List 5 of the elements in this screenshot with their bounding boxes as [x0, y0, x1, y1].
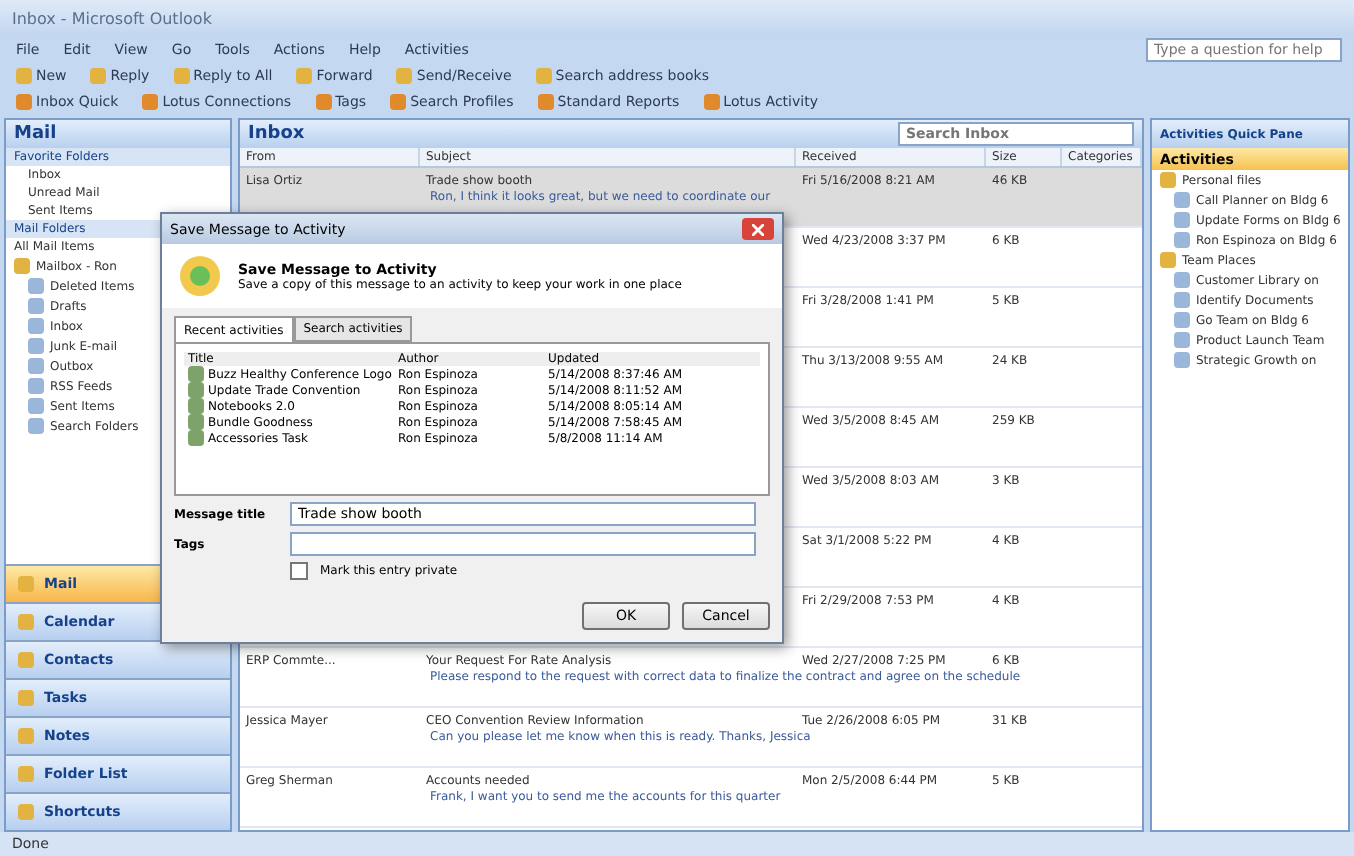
tags-field[interactable] — [290, 532, 756, 556]
close-icon — [752, 223, 764, 235]
checkbox[interactable] — [290, 562, 308, 580]
pane-title: Mail — [6, 120, 230, 148]
close-button[interactable] — [742, 218, 774, 240]
